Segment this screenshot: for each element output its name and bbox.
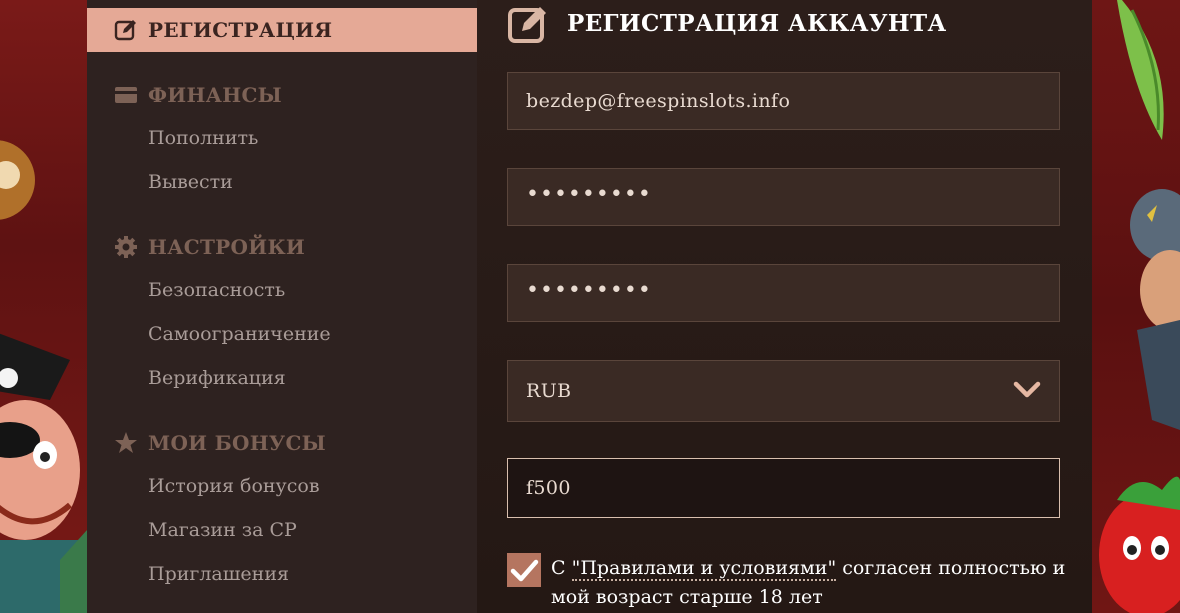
- account-sidebar: РЕГИСТРАЦИЯ ФИНАНСЫ Пополнить Вывести НА…: [87, 0, 477, 613]
- consent-prefix: С: [551, 557, 572, 579]
- password-confirm-field[interactable]: •••••••••: [507, 264, 1060, 322]
- sidebar-item-deposit[interactable]: Пополнить: [148, 127, 258, 149]
- chevron-down-icon: [1013, 379, 1041, 401]
- gear-icon: [114, 235, 138, 259]
- email-field[interactable]: bezdep@freespinslots.info: [507, 72, 1060, 130]
- background-art-right: [1092, 0, 1180, 613]
- sidebar-item-cp-shop[interactable]: Магазин за CP: [148, 519, 297, 541]
- page-title: РЕГИСТРАЦИЯ АККАУНТА: [567, 10, 947, 37]
- edit-icon: [507, 4, 551, 44]
- sidebar-item-label: РЕГИСТРАЦИЯ: [148, 18, 333, 42]
- terms-link[interactable]: "Правилами и условиями": [571, 557, 837, 581]
- password-value: •••••••••: [526, 182, 652, 207]
- background-art-left: [0, 0, 87, 613]
- sidebar-item-self-limitation[interactable]: Самоограничение: [148, 323, 331, 345]
- edit-icon: [114, 18, 138, 42]
- star-icon: [114, 431, 138, 455]
- card-icon: [114, 83, 138, 107]
- sidebar-section-settings[interactable]: НАСТРОЙКИ: [87, 232, 477, 262]
- email-value: bezdep@freespinslots.info: [526, 90, 791, 112]
- currency-value: RUB: [526, 380, 572, 402]
- sidebar-section-label: МОИ БОНУСЫ: [148, 431, 327, 455]
- password-confirm-value: •••••••••: [526, 278, 652, 303]
- sidebar-item-registration[interactable]: РЕГИСТРАЦИЯ: [87, 8, 477, 52]
- password-field[interactable]: •••••••••: [507, 168, 1060, 226]
- registration-panel: РЕГИСТРАЦИЯ АККАУНТА bezdep@freespinslot…: [477, 0, 1092, 613]
- cartoon-characters-right: [1099, 0, 1180, 613]
- sidebar-item-verification[interactable]: Верификация: [148, 367, 286, 389]
- terms-checkbox[interactable]: [507, 553, 541, 587]
- sidebar-section-bonuses[interactable]: МОИ БОНУСЫ: [87, 428, 477, 458]
- terms-consent-text: С "Правилами и условиями" согласен полно…: [551, 554, 1071, 612]
- promo-code-field[interactable]: f500: [507, 458, 1060, 518]
- sidebar-item-invitations[interactable]: Приглашения: [148, 563, 289, 585]
- sidebar-item-withdraw[interactable]: Вывести: [148, 171, 233, 193]
- sidebar-item-security[interactable]: Безопасность: [148, 279, 285, 301]
- check-icon: [510, 559, 539, 582]
- currency-select[interactable]: RUB: [507, 360, 1060, 422]
- sidebar-section-label: ФИНАНСЫ: [148, 83, 283, 107]
- sidebar-item-bonus-history[interactable]: История бонусов: [148, 475, 320, 497]
- sidebar-section-finance[interactable]: ФИНАНСЫ: [87, 80, 477, 110]
- cartoon-characters-left: [0, 140, 87, 613]
- promo-code-value: f500: [526, 477, 571, 499]
- sidebar-section-label: НАСТРОЙКИ: [148, 235, 306, 259]
